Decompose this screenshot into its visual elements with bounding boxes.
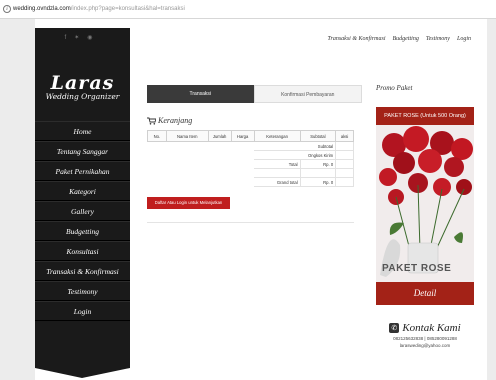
top-nav: Transaksi & Konfirmasi Budgetting Testim… [328, 36, 472, 42]
sidebar-item-konsultasi[interactable]: Konsultasi [35, 241, 130, 261]
sidebar-item-tentang-sanggar[interactable]: Tentang Sanggar [35, 141, 130, 161]
sidebar-item-home[interactable]: Home [35, 121, 130, 141]
url-host: wedding.ovndzla.com [13, 6, 71, 12]
summary-value [335, 150, 354, 160]
topnav-budgetting[interactable]: Budgetting [393, 36, 419, 42]
cart-icon [147, 117, 156, 125]
summary-row: Subtotal [148, 141, 354, 151]
sidebar-item-gallery[interactable]: Gallery [35, 201, 130, 221]
summary-label: Subtotal [254, 141, 337, 151]
sidebar-menu: Home Tentang Sanggar Paket Pernikahan Ka… [35, 121, 130, 321]
rose-bouquet-image [376, 125, 474, 282]
contact-title: Kontak Kami [402, 322, 461, 334]
topnav-transaksi[interactable]: Transaksi & Konfirmasi [328, 36, 386, 42]
transaction-tabs: Transaksi Konfirmasi Pembayaran [147, 85, 362, 103]
summary-label: Grand total [254, 177, 301, 187]
promo-card[interactable]: PAKET ROSE (Untuk 500 Orang) PAKET ROSE … [376, 107, 474, 305]
col-harga: Harga [230, 130, 255, 142]
cart-title: Keranjang [158, 116, 193, 125]
summary-label: Total [254, 159, 301, 169]
logo-subtitle: Wedding Organizer [45, 92, 120, 101]
social-links: f✶◉ [35, 34, 130, 41]
col-subtotal: Subtotal [299, 130, 337, 142]
contact-email[interactable]: larasweding@yahoo.com [376, 343, 474, 348]
logo-title: Laras [50, 72, 115, 94]
promo-card-name: PAKET ROSE [382, 263, 452, 274]
col-keterangan: Keterangan [253, 130, 301, 142]
topnav-login[interactable]: Login [457, 36, 471, 42]
twitter-icon[interactable]: ✶ [74, 35, 87, 41]
login-to-continue-button[interactable]: Daftar Atau Login untuk Melanjutkan [147, 197, 230, 209]
sidebar-item-paket-pernikahan[interactable]: Paket Pernikahan [35, 161, 130, 181]
cart-heading: Keranjang [147, 116, 192, 125]
summary-label [254, 168, 301, 178]
facebook-icon[interactable]: f [65, 35, 75, 41]
summary-value: Rp. 0 [299, 177, 337, 187]
promo-title: Promo Paket [376, 84, 413, 92]
tab-konfirmasi-pembayaran[interactable]: Konfirmasi Pembayaran [253, 85, 362, 103]
col-jumlah: Jumlah [207, 130, 232, 142]
cart-header-row: No. Nama Item Jumlah Harga Keterangan Su… [147, 130, 354, 142]
summary-value [335, 141, 354, 151]
sidebar-item-transaksi[interactable]: Transaksi & Konfirmasi [35, 261, 130, 281]
promo-card-header: PAKET ROSE (Untuk 500 Orang) [376, 107, 474, 125]
summary-row: Total Rp. 0 [148, 159, 354, 169]
summary-row: Ongkos Kirim [148, 150, 354, 160]
summary-value: Rp. 0 [299, 159, 337, 169]
promo-image[interactable]: PAKET ROSE [376, 125, 474, 282]
col-nama-item: Nama Item [165, 130, 209, 142]
sidebar-item-login[interactable]: Login [35, 301, 130, 321]
summary-row [148, 168, 354, 178]
address-bar[interactable]: i wedding.ovndzla.com/index.php?page=kon… [0, 0, 496, 19]
info-icon[interactable]: i [3, 5, 11, 13]
summary-value [299, 168, 337, 178]
instagram-icon[interactable]: ◉ [87, 35, 100, 41]
contact-heading: ✆ Kontak Kami [376, 322, 474, 334]
sidebar: f✶◉ Laras Wedding Organizer Home Tentang… [35, 28, 130, 378]
logo[interactable]: Laras Wedding Organizer [35, 72, 130, 101]
sidebar-item-kategori[interactable]: Kategori [35, 181, 130, 201]
contact-section: ✆ Kontak Kami 082125632838 | 08528009128… [376, 322, 474, 348]
sidebar-item-budgetting[interactable]: Budgetting [35, 221, 130, 241]
contact-phones: 082125632838 | 085280091288 [393, 336, 457, 341]
col-no: No. [147, 130, 167, 142]
phone-icon: ✆ [389, 323, 400, 333]
tab-transaksi[interactable]: Transaksi [147, 85, 254, 103]
summary-label: Ongkos Kirim [254, 150, 337, 160]
col-aksi: aksi [335, 130, 354, 142]
cart-table: No. Nama Item Jumlah Harga Keterangan Su… [147, 130, 354, 187]
topnav-testimony[interactable]: Testimony [426, 36, 450, 42]
promo-detail-button[interactable]: Detail [376, 282, 474, 305]
divider [147, 222, 354, 223]
sidebar-item-testimony[interactable]: Testimony [35, 281, 130, 301]
url-path: /index.php?page=konsultasi&hal=transaksi [70, 6, 185, 12]
summary-row: Grand total Rp. 0 [148, 177, 354, 187]
